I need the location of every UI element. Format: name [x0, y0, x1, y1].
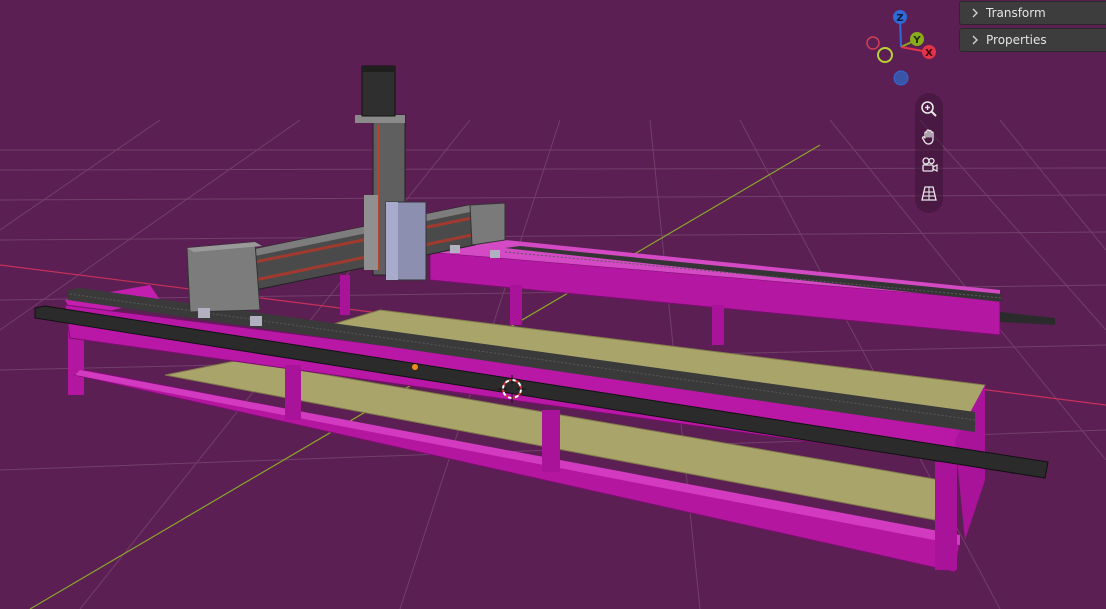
gantry-left-plate — [186, 241, 261, 313]
gizmo-y-label: Y — [912, 35, 921, 46]
3d-viewport[interactable]: Z Y X Transform Properties — [0, 0, 1106, 609]
navigation-toolbar — [915, 93, 943, 213]
camera-view-button[interactable] — [917, 151, 941, 179]
frame-leg — [542, 410, 560, 472]
perspective-toggle-button[interactable] — [917, 179, 941, 207]
zoom-button[interactable] — [917, 95, 941, 123]
zoom-icon — [921, 101, 937, 117]
stepper-motor — [361, 65, 396, 117]
origin-point — [412, 364, 418, 370]
pan-hand-icon — [921, 129, 934, 145]
sidebar-panels: Transform Properties — [959, 1, 1106, 55]
gizmo-neg-x[interactable] — [866, 36, 880, 50]
gizmo-neg-y[interactable] — [877, 47, 893, 63]
gizmo-neg-z[interactable] — [893, 70, 909, 86]
frame-leg — [510, 285, 522, 325]
frame-leg — [340, 275, 350, 315]
properties-panel-label: Properties — [986, 33, 1047, 47]
transform-panel-label: Transform — [986, 6, 1046, 20]
pan-button[interactable] — [917, 123, 941, 151]
properties-panel-header[interactable]: Properties — [959, 28, 1106, 52]
frame-leg — [285, 365, 301, 420]
z-carriage — [364, 195, 378, 270]
frame-leg — [712, 305, 724, 345]
gizmo-z-label: Z — [896, 13, 903, 24]
perspective-grid-icon — [921, 186, 937, 201]
axis-gizmo[interactable]: Z Y X — [858, 6, 948, 92]
gantry-right-plate — [469, 202, 506, 246]
frame-leg — [935, 462, 957, 570]
camera-view-icon — [922, 157, 938, 172]
chevron-right-icon — [970, 8, 980, 18]
gizmo-x-label: X — [925, 48, 933, 59]
transform-panel-header[interactable]: Transform — [959, 1, 1106, 25]
chevron-right-icon — [970, 35, 980, 45]
